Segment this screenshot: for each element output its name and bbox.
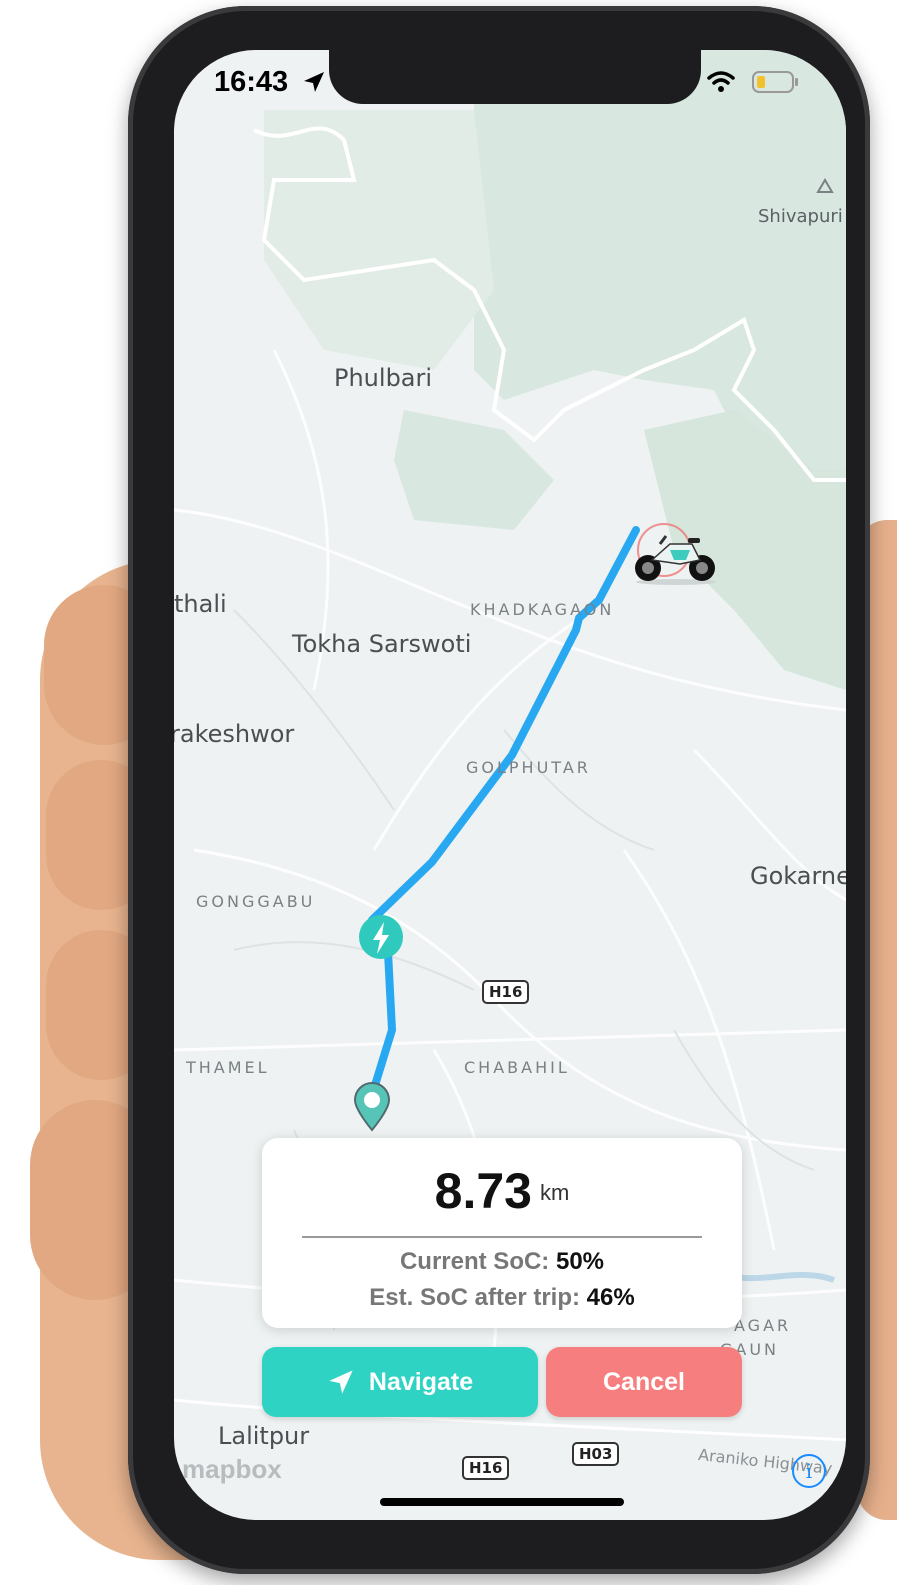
card-divider [302, 1236, 702, 1238]
road-shield-h03: H03 [572, 1442, 620, 1466]
map-label-gonggabu: GONGGABU [196, 892, 316, 911]
map-label-rakeshwor: rakeshwor [174, 720, 295, 748]
est-soc-row: Est. SoC after trip: 46% [262, 1284, 742, 1312]
map-label-tokha: Tokha Sarswoti [292, 630, 472, 658]
map-label-gokarna: Gokarne [750, 862, 846, 890]
trip-info-card: 8.73 km Current SoC: 50% Est. SoC after t… [262, 1138, 742, 1328]
battery-icon [752, 71, 798, 93]
map-label-phulbari: Phulbari [334, 364, 433, 392]
destination-pin-icon[interactable] [352, 1082, 392, 1132]
notch [329, 50, 701, 104]
current-soc-label: Current SoC: [399, 1248, 550, 1275]
road-shield-h16: H16 [482, 980, 530, 1004]
distance-value: 8.73 [434, 1163, 532, 1219]
motorcycle-icon[interactable] [630, 530, 722, 586]
map-label-thamel: THAMEL [186, 1058, 270, 1077]
navigate-button[interactable]: Navigate [262, 1347, 538, 1417]
map-label-chabahil: CHABAHIL [464, 1058, 570, 1077]
home-indicator[interactable] [380, 1498, 624, 1506]
cancel-label: Cancel [603, 1367, 685, 1396]
map-label-nagar: AGAR [734, 1316, 792, 1335]
map-label-khadkagaon: KHADKAGAON [470, 600, 615, 619]
navigate-arrow-icon [329, 1370, 353, 1394]
charging-station-icon[interactable] [358, 914, 404, 964]
peak-icon [816, 178, 834, 193]
map-label-shivapuri: Shivapuri [758, 206, 843, 227]
phone-screen: 16:43 Shivapuri Phulbari thali KHADKAGAO… [174, 50, 846, 1520]
current-soc-value: 50% [555, 1248, 605, 1275]
info-icon[interactable]: i [792, 1454, 826, 1488]
distance-unit: km [540, 1180, 570, 1205]
est-soc-label: Est. SoC after trip: [369, 1284, 580, 1311]
est-soc-value: 46% [586, 1284, 635, 1311]
location-arrow-icon [304, 72, 324, 92]
wifi-icon [707, 71, 735, 92]
status-time: 16:43 [214, 66, 289, 98]
navigate-label: Navigate [368, 1367, 474, 1396]
current-soc-row: Current SoC: 50% [262, 1248, 742, 1276]
map-label-thali: thali [174, 590, 227, 618]
road-shield-h16: H16 [462, 1456, 510, 1480]
map-label-golphutar: GOLPHUTAR [466, 758, 591, 777]
distance-display: 8.73 km [262, 1162, 742, 1220]
mapbox-logo[interactable]: mapbox [182, 1454, 282, 1485]
cancel-button[interactable]: Cancel [546, 1347, 742, 1417]
map-label-lalitpur: Lalitpur [218, 1422, 310, 1450]
